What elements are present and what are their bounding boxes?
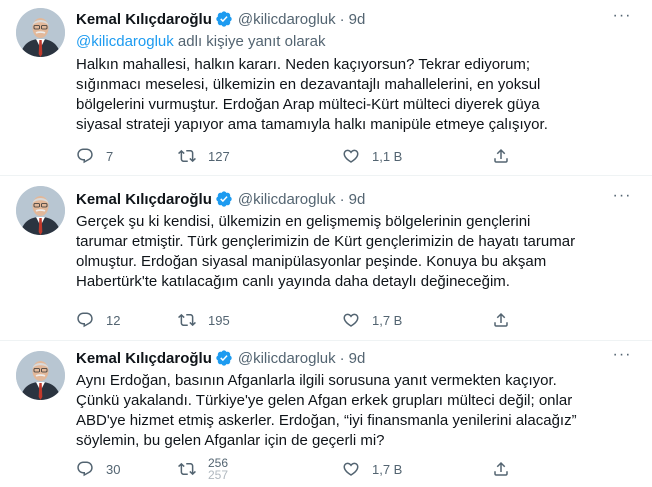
heart-icon <box>343 149 359 163</box>
tweet-text: Gerçek şu ki kendisi, ülkemizin en geliş… <box>76 213 576 290</box>
reply-context: @kilicdarogluk adlı kişiye yanıt olarak <box>76 32 632 52</box>
avatar-image <box>16 8 65 57</box>
reply-to-suffix: adlı kişiye yanıt olarak <box>173 33 326 50</box>
tweet-actions: 7 127 1,1 B <box>76 146 516 166</box>
reply-count: 7 <box>106 148 114 164</box>
like-count: 1,7 B <box>372 312 403 328</box>
separator-dot: · <box>339 349 345 367</box>
author-name[interactable]: Kemal Kılıçdaroğlu <box>76 191 212 208</box>
retweet-count: 195 <box>208 312 230 328</box>
tweet[interactable]: Kemal Kılıçdaroğlu @kilicdarogluk · 9d ·… <box>0 0 652 176</box>
timestamp[interactable]: 9d <box>349 191 366 208</box>
share-button[interactable] <box>492 459 510 479</box>
reply-to-link[interactable]: @kilicdarogluk <box>76 33 174 50</box>
tweet-text: Halkın mahallesi, halkın kararı. Neden k… <box>76 56 548 133</box>
heart-icon <box>343 462 359 476</box>
timestamp[interactable]: 9d <box>349 11 366 28</box>
author-handle[interactable]: @kilicdarogluk <box>238 191 336 208</box>
avatar-image <box>16 351 65 400</box>
verified-badge-icon <box>216 191 232 207</box>
tweet-text: Aynı Erdoğan, basının Afganlarla ilgili … <box>76 372 577 449</box>
reply-icon <box>77 312 93 328</box>
tweet-content: Kemal Kılıçdaroğlu @kilicdarogluk · 9d ·… <box>76 8 632 135</box>
reply-count: 12 <box>106 312 121 328</box>
tweet-header: Kemal Kılıçdaroğlu @kilicdarogluk · 9d <box>76 348 632 368</box>
avatar[interactable] <box>16 351 65 400</box>
reply-button[interactable]: 12 <box>76 310 120 330</box>
retweet-button[interactable]: 195 <box>178 310 230 330</box>
separator-dot: · <box>339 190 345 208</box>
retweet-icon <box>178 149 196 163</box>
share-icon <box>494 461 508 476</box>
retweet-icon <box>178 313 196 327</box>
like-button[interactable]: 1,7 B <box>342 459 402 479</box>
retweet-button[interactable]: 127 <box>178 146 230 166</box>
avatar[interactable] <box>16 186 65 235</box>
reply-count: 30 <box>106 461 121 477</box>
verified-badge-icon <box>216 11 232 27</box>
reply-button[interactable]: 30 <box>76 459 120 479</box>
more-options-icon[interactable]: ··· <box>612 8 632 29</box>
heart-icon <box>343 313 359 327</box>
tweet[interactable]: Kemal Kılıçdaroğlu @kilicdarogluk · 9d ·… <box>0 341 652 487</box>
author-handle[interactable]: @kilicdarogluk <box>238 11 336 28</box>
tweet-actions: 30 256 257 1,7 B <box>76 457 516 481</box>
share-button[interactable] <box>492 146 510 166</box>
separator-dot: · <box>339 10 345 28</box>
avatar-image <box>16 186 65 235</box>
tweet-header: Kemal Kılıçdaroğlu @kilicdarogluk · 9d <box>76 9 632 29</box>
like-button[interactable]: 1,1 B <box>342 146 402 166</box>
reply-icon <box>77 148 93 164</box>
share-icon <box>494 148 508 163</box>
retweet-icon <box>178 462 196 476</box>
tweet-content: Kemal Kılıçdaroğlu @kilicdarogluk · 9d ·… <box>76 347 632 451</box>
like-count: 1,7 B <box>372 461 403 477</box>
timestamp[interactable]: 9d <box>349 350 366 367</box>
retweet-count: 127 <box>208 148 230 164</box>
retweet-count-animating: 256 257 <box>208 457 228 481</box>
tweet[interactable]: Kemal Kılıçdaroğlu @kilicdarogluk · 9d ·… <box>0 176 652 341</box>
author-handle[interactable]: @kilicdarogluk <box>238 350 336 367</box>
tweet-content: Kemal Kılıçdaroğlu @kilicdarogluk · 9d ·… <box>76 188 632 292</box>
like-button[interactable]: 1,7 B <box>342 310 402 330</box>
retweet-button[interactable]: 256 257 <box>178 457 228 481</box>
tweet-header: Kemal Kılıçdaroğlu @kilicdarogluk · 9d <box>76 189 632 209</box>
share-icon <box>494 312 508 327</box>
avatar[interactable] <box>16 8 65 57</box>
verified-badge-icon <box>216 350 232 366</box>
more-options-icon[interactable]: ··· <box>612 347 632 368</box>
more-options-icon[interactable]: ··· <box>612 188 632 209</box>
share-button[interactable] <box>492 310 510 330</box>
author-name[interactable]: Kemal Kılıçdaroğlu <box>76 11 212 28</box>
tweet-actions: 12 195 1,7 B <box>76 310 516 330</box>
like-count: 1,1 B <box>372 148 403 164</box>
reply-icon <box>77 461 93 477</box>
retweet-count-next: 257 <box>208 468 229 482</box>
author-name[interactable]: Kemal Kılıçdaroğlu <box>76 350 212 367</box>
reply-button[interactable]: 7 <box>76 146 113 166</box>
